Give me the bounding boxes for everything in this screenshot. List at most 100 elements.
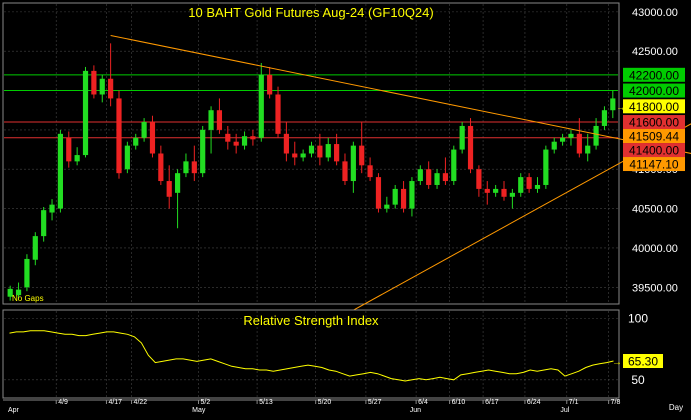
price-chart-title: 10 BAHT Gold Futures Aug-24 (GF10Q24) xyxy=(188,5,433,20)
price-level-label-text: 42200.00 xyxy=(629,68,679,82)
rsi-y-tick-label: 100 xyxy=(628,311,648,325)
candle-body xyxy=(116,98,122,174)
x-day-label: 7/8 xyxy=(611,399,621,406)
price-level-label-text: 41147.10 xyxy=(629,158,678,172)
x-day-label: 7/1 xyxy=(569,399,579,406)
candle-body xyxy=(57,133,63,209)
candle-body xyxy=(174,173,181,193)
candle-body xyxy=(400,188,407,209)
rsi-arrow: → xyxy=(612,357,622,368)
candle-body xyxy=(124,145,130,170)
x-axis: 4/9 4/17 4/22 5/2 5/13 5/20 5/27 6/4 6/10 6/17 6/2… xyxy=(3,399,620,414)
candle-body xyxy=(467,125,474,170)
candle xyxy=(57,129,63,213)
price-level-label: 41509.44 xyxy=(623,129,685,144)
price-level-label: 41147.10 xyxy=(623,157,685,172)
x-day-label: 5/2 xyxy=(201,399,211,406)
x-day-label: 5/13 xyxy=(259,399,273,406)
rsi-value-text: 65.30 xyxy=(628,355,658,369)
candle-body xyxy=(275,94,281,134)
candle-body xyxy=(66,137,72,162)
chart-canvas: 10 BAHT Gold Futures Aug-24 (GF10Q24) No… xyxy=(2,2,691,414)
candle-body xyxy=(91,70,97,95)
price-y-tick-label: 43000.00 xyxy=(632,7,678,19)
candle-body xyxy=(476,169,482,189)
x-month-label: Jun xyxy=(410,407,421,414)
x-month-label: Jul xyxy=(560,407,569,414)
candle-body xyxy=(509,192,515,197)
price-level-labels: 42200.00 42000.00 41800.00 41600.0041509.44… xyxy=(616,67,685,172)
candle-body xyxy=(216,110,223,130)
candle-body xyxy=(442,173,449,182)
price-level-label: 42000.00 xyxy=(623,83,685,98)
rsi-y-axis: 50 100 xyxy=(628,311,648,386)
candle-body xyxy=(24,258,30,288)
candle-body xyxy=(568,133,574,138)
candle-body xyxy=(233,141,239,146)
candle-body xyxy=(99,78,105,95)
candle-body xyxy=(267,74,273,95)
price-y-tick-label: 39500.00 xyxy=(632,282,678,294)
candle-body xyxy=(501,188,507,197)
candle-body xyxy=(534,184,541,189)
current-price-arrow: → xyxy=(616,102,626,113)
x-day-label: 6/10 xyxy=(452,399,466,406)
candle-body xyxy=(158,153,164,182)
candle-body xyxy=(49,204,55,213)
candle-body xyxy=(149,122,156,154)
price-level-label: 41600.00 xyxy=(623,115,685,130)
candle-body xyxy=(250,136,256,140)
candle-body xyxy=(543,149,549,185)
candle-body xyxy=(493,188,499,193)
candle-body xyxy=(417,169,423,182)
candle-body xyxy=(392,188,398,205)
candle-body xyxy=(108,78,114,99)
candle-body xyxy=(610,98,616,111)
candle-body xyxy=(191,161,197,174)
candle-body xyxy=(166,181,172,197)
candle-body xyxy=(283,133,289,154)
x-month-label: May xyxy=(192,407,206,414)
candle-body xyxy=(409,181,415,209)
candle-body xyxy=(359,145,365,166)
candle-body xyxy=(434,173,440,185)
x-day-label: 6/4 xyxy=(418,399,428,406)
candle-body xyxy=(208,110,214,130)
price-level-label-text: 41509.44 xyxy=(629,130,679,144)
candle xyxy=(467,118,474,174)
price-level-label: 42200.00 xyxy=(623,67,685,82)
candle-body xyxy=(334,144,340,162)
price-y-tick-label: 40000.00 xyxy=(632,243,678,255)
x-day-label: 6/17 xyxy=(485,399,499,406)
candle xyxy=(24,254,30,292)
candle-body xyxy=(317,145,323,158)
rsi-last-value-label: → 65.30 xyxy=(612,354,663,369)
x-day-label: 4/17 xyxy=(108,399,122,406)
candle xyxy=(375,173,382,213)
price-y-tick-label: 42500.00 xyxy=(632,46,678,58)
candle-body xyxy=(576,133,582,154)
candle-body xyxy=(526,177,532,189)
candle-body xyxy=(300,153,306,158)
candle-body xyxy=(133,137,139,146)
candle-body xyxy=(484,188,490,193)
candle-body xyxy=(41,210,47,237)
no-gaps-note: No Gaps xyxy=(12,294,44,303)
rsi-chart-title: Relative Strength Index xyxy=(243,313,379,328)
candle-body xyxy=(82,70,89,156)
candle-body xyxy=(350,145,356,182)
x-day-label: 4/9 xyxy=(58,399,68,406)
rsi-y-tick-label: 50 xyxy=(631,373,645,387)
candle-body xyxy=(593,125,599,146)
price-y-tick-label: 40500.00 xyxy=(632,204,678,216)
x-day-label: 6/24 xyxy=(527,399,541,406)
candle-body xyxy=(551,141,557,150)
x-day-label: 5/20 xyxy=(318,399,332,406)
price-level-label-text: 41600.00 xyxy=(629,116,679,130)
candle-body xyxy=(518,177,524,193)
candle-body xyxy=(375,177,382,209)
price-level-label-text: 41400.00 xyxy=(629,144,679,158)
x-day-label: 5/27 xyxy=(368,399,382,406)
price-panel: 10 BAHT Gold Futures Aug-24 (GF10Q24) No… xyxy=(2,2,691,316)
x-day-label: 4/22 xyxy=(134,399,148,406)
